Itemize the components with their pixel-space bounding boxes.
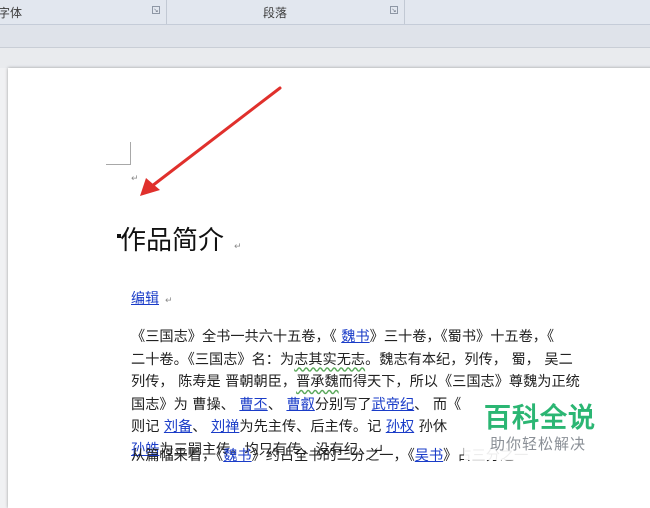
paragraph-mark: ↵ <box>165 296 173 306</box>
inline-link[interactable]: 魏书 <box>341 329 369 345</box>
text-run: 、 <box>267 396 287 413</box>
text-run: 《三国志》全书一共六十五卷，《 <box>131 329 342 345</box>
ruler-area <box>0 25 650 48</box>
text-run: 孙休 <box>414 419 448 435</box>
ribbon-group-font: 字体 ↘ <box>0 0 167 24</box>
font-dialog-launcher-icon[interactable]: ↘ <box>152 6 160 14</box>
text-run: 、 <box>192 419 211 435</box>
text-run: 国志》为 曹操、 <box>131 396 240 413</box>
inline-link[interactable]: 魏书 <box>223 448 251 464</box>
text-run: 列传， 陈寿是 晋朝朝臣， <box>131 374 297 390</box>
inline-link[interactable]: 曹丕 <box>239 397 267 413</box>
margin-corner-mark <box>106 164 131 165</box>
paragraph-mark: ↵ <box>131 174 139 184</box>
text-run: 则记 <box>131 419 164 435</box>
heading-text[interactable]: 作品简介 ↵ <box>117 220 242 257</box>
inline-link[interactable]: 刘禅 <box>211 419 239 435</box>
inline-link[interactable]: 孙权 <box>386 419 414 435</box>
text-run: 从篇幅来看，《 <box>131 448 224 464</box>
grammar-flagged-text: 晋承魏 <box>296 374 339 390</box>
document-background <box>0 48 650 68</box>
heading-title: 作品简介 <box>120 226 225 256</box>
text-run: 二十卷。《三国志》名：为 <box>131 351 295 368</box>
inline-link[interactable]: 武帝纪 <box>372 397 415 413</box>
text-run: 》约占全书的二分之一，《 <box>251 448 415 464</box>
paragraph-dialog-launcher-icon[interactable]: ↘ <box>390 6 398 14</box>
watermark-title: 百科全说 <box>484 403 596 434</box>
ribbon-group-font-label: 字体 <box>0 6 23 20</box>
edit-link-row: 编辑 ↵ <box>131 288 173 308</box>
grammar-flagged-text: 志其实无志 <box>294 351 366 368</box>
text-run: 。魏志有本纪，列传， 蜀， 吴二 <box>365 351 573 368</box>
text-run: 为先主传、后主传。记 <box>239 419 386 435</box>
watermark-subtitle: 助你轻松解决 <box>490 435 587 453</box>
heading-bullet <box>117 234 121 238</box>
ribbon-group-paragraph-label: 段落 <box>263 6 288 20</box>
ribbon-group-paragraph: 段落 ↘ <box>166 0 405 24</box>
paragraph-line: 《三国志》全书一共六十五卷，《 魏书》三十卷，《蜀书》十五卷，《 <box>131 326 650 349</box>
text-run: 、 而《 <box>414 396 462 413</box>
edit-link[interactable]: 编辑 <box>131 291 159 307</box>
watermark: 百科全说 助你轻松解决 <box>464 388 644 460</box>
margin-corner-mark-vertical <box>130 142 131 165</box>
inline-link[interactable]: 吴书 <box>415 448 443 464</box>
inline-link[interactable]: 刘备 <box>164 419 192 435</box>
text-run: 》三十卷，《蜀书》十五卷，《 <box>369 329 555 345</box>
inline-link[interactable]: 曹叡 <box>286 397 314 413</box>
text-run: 分别写了 <box>314 396 372 413</box>
paragraph-mark: ↵ <box>234 242 242 252</box>
paragraph-line: 二十卷。《三国志》名：为志其实无志。魏志有本纪，列传， 蜀， 吴二 <box>131 349 650 372</box>
ribbon-group-bar: 字体 ↘ 段落 ↘ <box>0 0 650 25</box>
